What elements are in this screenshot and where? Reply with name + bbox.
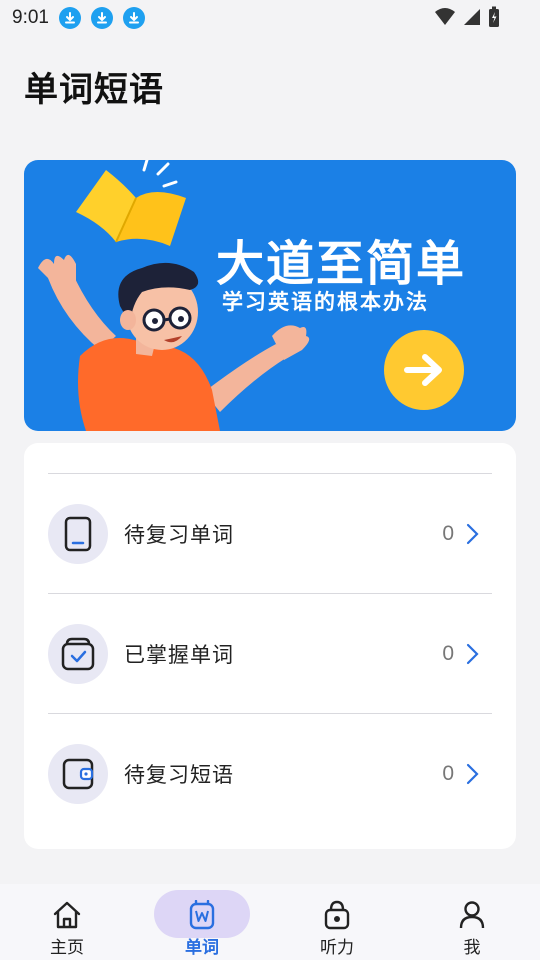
home-icon: [52, 900, 82, 930]
list-item-count: 0: [442, 762, 454, 785]
nav-label: 我: [463, 938, 481, 958]
nav-label: 主页: [50, 938, 84, 958]
chevron-right-icon: [466, 643, 479, 665]
nav-item-me[interactable]: 我: [422, 884, 522, 960]
nav-label: 单词: [185, 938, 219, 958]
list-item-review-phrases[interactable]: 待复习短语 0: [24, 715, 516, 833]
list-item-label: 待复习短语: [124, 763, 234, 787]
nav-item-words[interactable]: 单词: [152, 884, 252, 960]
signal-icon: [462, 7, 482, 32]
checked-box-icon: [48, 624, 108, 684]
page-title: 单词短语: [24, 70, 164, 110]
chevron-right-icon: [466, 763, 479, 785]
list-item-label: 已掌握单词: [124, 643, 234, 667]
nav-item-listening[interactable]: 听力: [287, 884, 387, 960]
divider: [48, 473, 492, 474]
tablet-icon: [48, 504, 108, 564]
battery-icon: [488, 6, 500, 33]
list-item-mastered-words[interactable]: 已掌握单词 0: [24, 595, 516, 713]
bottom-nav: 主页 单词 听力 我: [0, 884, 540, 960]
promo-banner[interactable]: 大道至简单 学习英语的根本办法: [24, 160, 516, 431]
nav-label: 听力: [320, 938, 354, 958]
word-icon: [189, 899, 215, 930]
arrow-right-icon: [404, 354, 442, 386]
list-item-review-words[interactable]: 待复习单词 0: [24, 475, 516, 593]
user-icon: [458, 900, 486, 930]
banner-title: 大道至简单: [216, 236, 467, 292]
banner-go-button[interactable]: [384, 330, 464, 410]
listen-icon: [323, 900, 351, 930]
nav-item-home[interactable]: 主页: [17, 884, 117, 960]
status-bar: 9:01: [0, 0, 540, 36]
list-item-count: 0: [442, 642, 454, 665]
download-icon: [122, 7, 145, 29]
chevron-right-icon: [466, 523, 479, 545]
list-item-count: 0: [442, 522, 454, 545]
banner-subtitle: 学习英语的根本办法: [222, 290, 429, 314]
wifi-icon: [434, 7, 456, 32]
status-time: 9:01: [12, 7, 49, 28]
divider: [48, 593, 492, 594]
divider: [48, 713, 492, 714]
download-icon: [90, 7, 113, 29]
wallet-icon: [48, 744, 108, 804]
word-list-card: 待复习单词 0 已掌握单词 0 待复习短语 0: [24, 443, 516, 849]
list-item-label: 待复习单词: [124, 523, 234, 547]
download-icon: [58, 7, 81, 29]
